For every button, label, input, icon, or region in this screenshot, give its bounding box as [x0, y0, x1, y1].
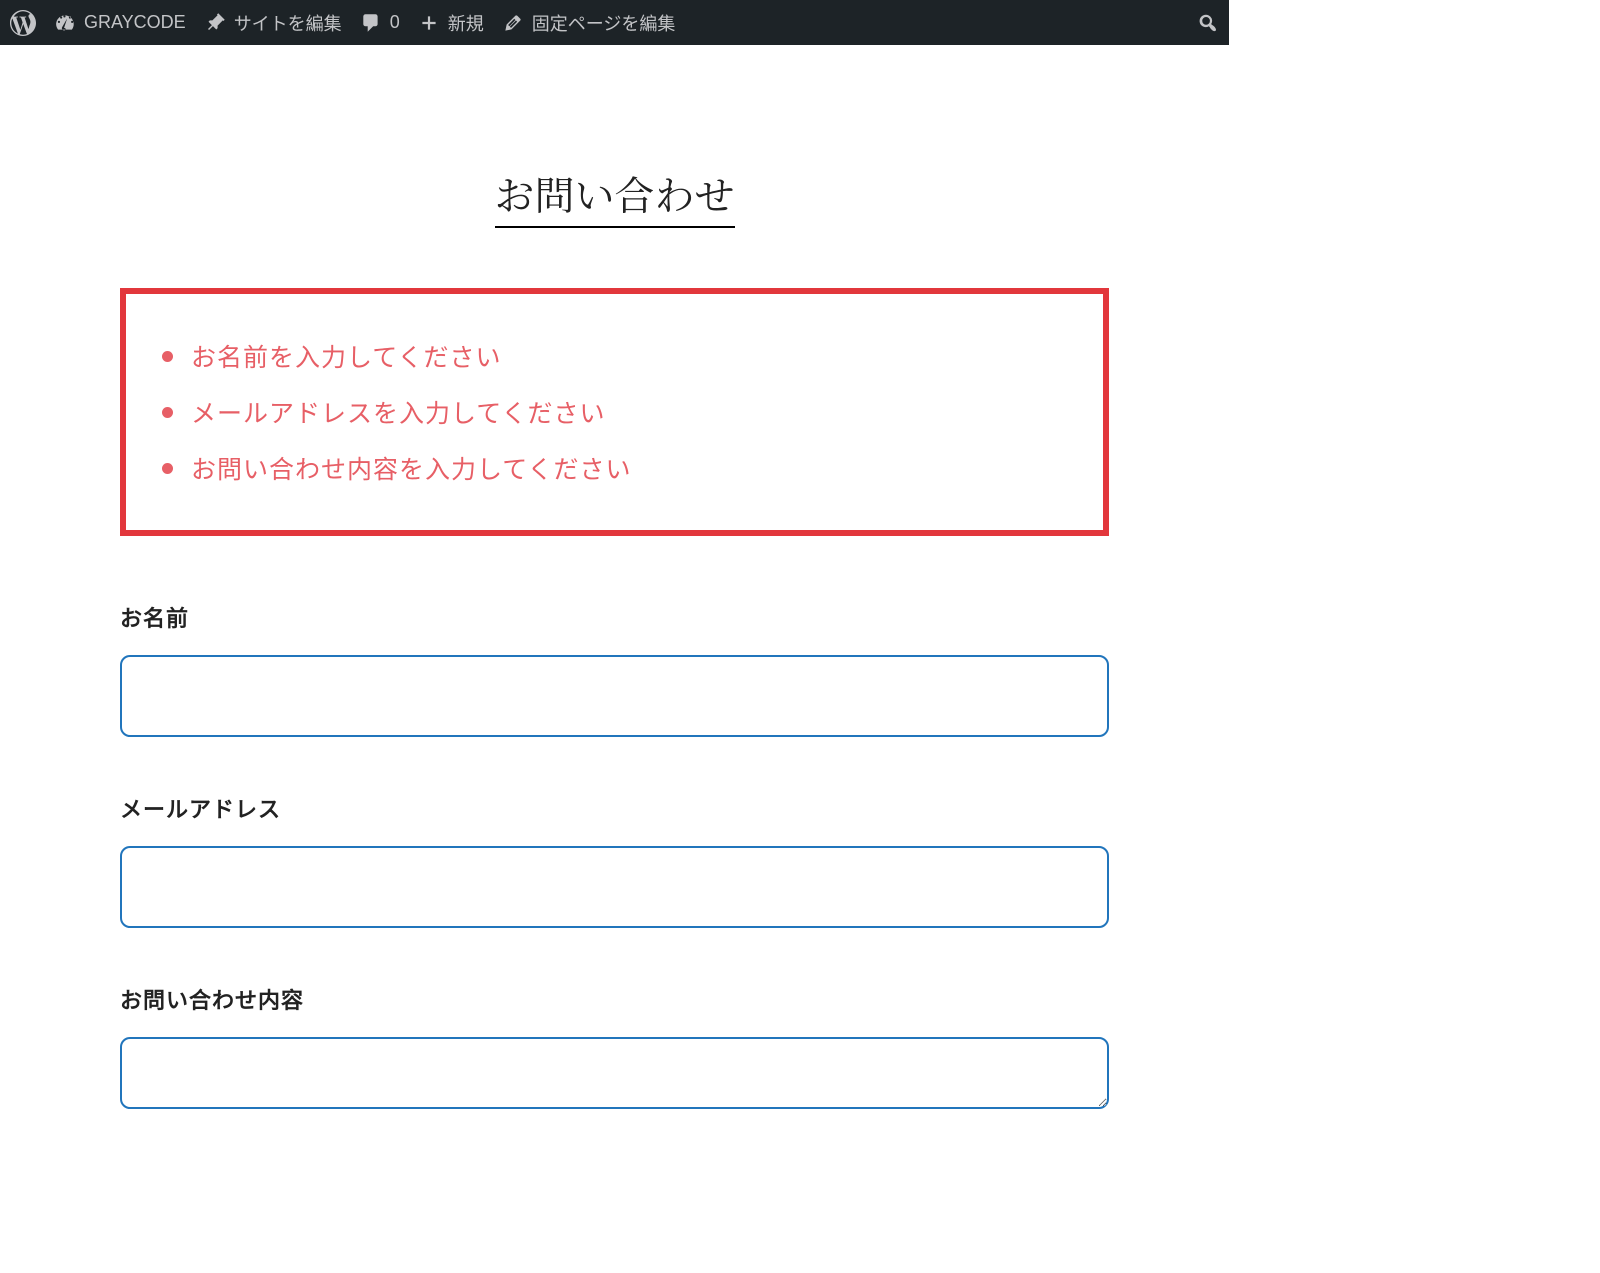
- error-text: お名前を入力してください: [191, 338, 502, 374]
- edit-page-link[interactable]: 固定ページを編集: [502, 10, 676, 36]
- pencil-icon: [502, 12, 524, 34]
- error-item: お問い合わせ内容を入力してください: [154, 440, 1075, 496]
- error-text: お問い合わせ内容を入力してください: [191, 450, 632, 486]
- error-box: お名前を入力してください メールアドレスを入力してください お問い合わせ内容を入…: [120, 288, 1109, 536]
- message-input[interactable]: [120, 1037, 1109, 1109]
- edit-site-text: サイトを編集: [234, 10, 342, 36]
- dashboard-icon: [54, 12, 76, 34]
- bullet-icon: [162, 351, 173, 362]
- admin-bar: GRAYCODE サイトを編集 0 新規 固定ページを編集: [0, 0, 1229, 45]
- page-title: お問い合わせ: [495, 165, 735, 228]
- error-list: お名前を入力してください メールアドレスを入力してください お問い合わせ内容を入…: [154, 328, 1075, 496]
- admin-bar-right: [1197, 12, 1219, 34]
- pin-icon: [204, 12, 226, 34]
- site-name-text: GRAYCODE: [84, 12, 186, 33]
- search-icon: [1197, 12, 1219, 34]
- email-label: メールアドレス: [120, 792, 1109, 824]
- comments-count-text: 0: [390, 12, 400, 33]
- edit-page-text: 固定ページを編集: [532, 10, 676, 36]
- site-name-link[interactable]: GRAYCODE: [54, 12, 186, 34]
- search-link[interactable]: [1197, 12, 1219, 34]
- comments-link[interactable]: 0: [360, 12, 400, 34]
- form-field-message: お問い合わせ内容: [120, 983, 1109, 1114]
- error-text: メールアドレスを入力してください: [191, 394, 606, 430]
- message-label: お問い合わせ内容: [120, 983, 1109, 1015]
- new-item-link[interactable]: 新規: [418, 10, 484, 36]
- error-item: メールアドレスを入力してください: [154, 384, 1075, 440]
- bullet-icon: [162, 463, 173, 474]
- new-item-text: 新規: [448, 10, 484, 36]
- bullet-icon: [162, 407, 173, 418]
- contact-form: お名前 メールアドレス お問い合わせ内容: [120, 601, 1109, 1114]
- main-content: お問い合わせ お名前を入力してください メールアドレスを入力してください お問い…: [0, 45, 1229, 1114]
- error-item: お名前を入力してください: [154, 328, 1075, 384]
- name-label: お名前: [120, 601, 1109, 633]
- edit-site-link[interactable]: サイトを編集: [204, 10, 342, 36]
- plus-icon: [418, 12, 440, 34]
- comment-icon: [360, 12, 382, 34]
- form-field-name: お名前: [120, 601, 1109, 737]
- name-input[interactable]: [120, 655, 1109, 737]
- email-input[interactable]: [120, 846, 1109, 928]
- wordpress-logo-link[interactable]: [10, 10, 36, 36]
- admin-bar-left: GRAYCODE サイトを編集 0 新規 固定ページを編集: [10, 10, 1197, 36]
- form-field-email: メールアドレス: [120, 792, 1109, 928]
- wordpress-icon: [10, 10, 36, 36]
